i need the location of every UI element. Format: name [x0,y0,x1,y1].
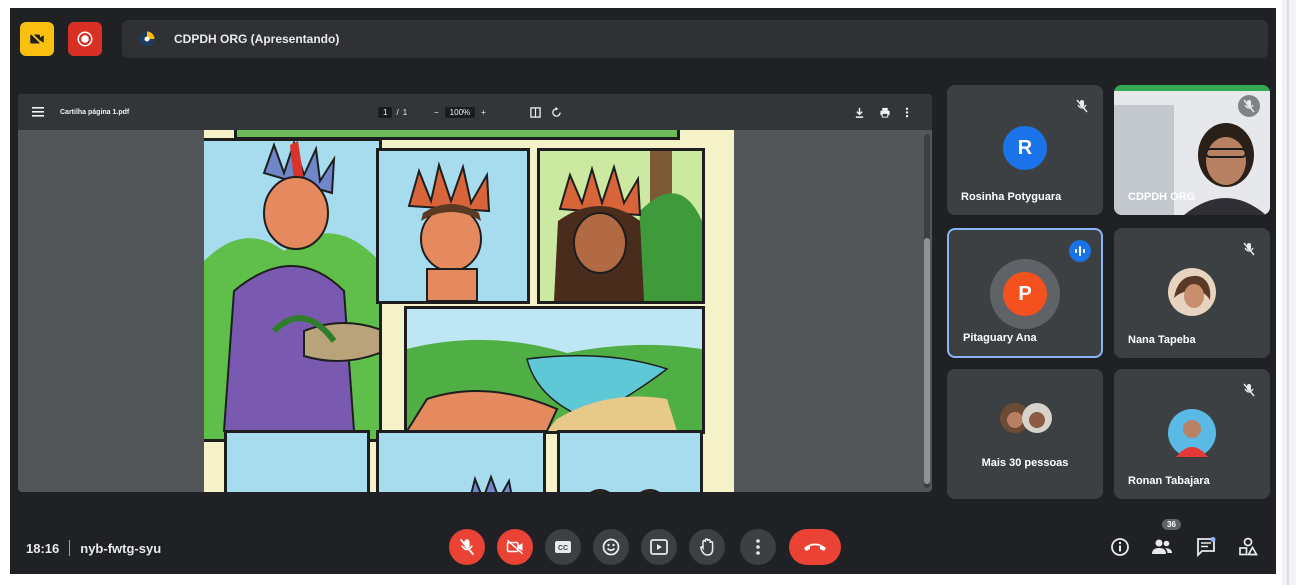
pdf-scrollbar-thumb[interactable] [924,238,930,484]
presenting-logo-icon [136,28,158,50]
microphone-button[interactable] [449,529,485,565]
participant-name: Nana Tapeba [1128,334,1196,346]
more-options-icon [756,539,760,555]
zoom-out-icon[interactable]: − [434,108,439,117]
more-participants-label: Mais 30 pessoas [981,457,1069,469]
mic-off-icon [1238,238,1260,260]
girl-illustration [554,151,702,301]
participant-tile-3[interactable]: P Pitaguary Ana [947,228,1103,358]
page-total: 1 [402,107,408,117]
zoom-level[interactable]: 100% [444,106,476,118]
people-button[interactable] [1148,533,1176,561]
rotate-icon[interactable] [551,106,562,118]
hang-up-icon [804,543,826,551]
participant-name: CDPDH ORG [1128,191,1196,203]
avatar-photo [1168,268,1216,316]
comic-panel-bottom-1 [224,430,370,492]
view-controls [530,94,562,130]
avatar-stack [1000,403,1052,433]
leave-call-button[interactable] [789,529,841,565]
present-icon [650,539,668,555]
page-scrollbar-track [1287,0,1289,585]
chat-icon [1197,537,1216,557]
record-icon [77,31,93,47]
print-icon[interactable] [879,107,891,118]
svg-text:CC: CC [558,545,568,552]
fit-page-icon[interactable] [530,106,541,118]
pdf-toolbar: Cartilha página 1.pdf 1 / 1 − 100% + [18,94,932,130]
more-options-button[interactable] [740,529,776,565]
presentation-bar: CDPDH ORG (Apresentando) [122,20,1268,58]
people-count-badge: 36 [1162,519,1181,530]
mic-off-icon [1071,95,1093,117]
people-icon [1152,539,1172,554]
captions-icon: CC [555,541,571,553]
camera-off-icon [29,31,45,47]
comic-panel-bottom-3 [557,430,703,492]
mic-off-icon [1238,95,1260,117]
page-separator: / [396,107,399,117]
participant-tile-2[interactable]: CDPDH ORG [1114,85,1270,215]
meeting-details-button[interactable] [1106,533,1134,561]
comic-panel-elder [204,138,382,442]
info-icon [1111,538,1129,556]
elder-illustration [204,141,379,439]
activities-button[interactable] [1234,533,1262,561]
avatar: P [1003,272,1047,316]
boy-illustration [407,161,491,301]
camera-off-indicator[interactable] [20,22,54,56]
recording-indicator[interactable] [68,22,102,56]
comic-panel-river [404,306,705,434]
present-button[interactable] [641,529,677,565]
participant-name: Ronan Tabajara [1128,475,1210,487]
more-participants-tile[interactable]: Mais 30 pessoas [947,369,1103,499]
mic-off-icon [1238,379,1260,401]
comic-panel-girl [537,148,705,304]
participant-tile-6[interactable]: Ronan Tabajara [1114,369,1270,499]
participant-tile-1[interactable]: R Rosinha Potyguara [947,85,1103,215]
zoom-in-icon[interactable]: + [481,108,486,117]
menu-icon[interactable] [32,94,44,130]
camera-off-icon [506,539,524,555]
meeting-time: 18:16 [26,540,60,556]
page-scrollbar[interactable] [1282,0,1296,585]
participant-tile-4[interactable]: Nana Tapeba [1114,228,1270,358]
raise-hand-icon [700,538,714,556]
divider [69,540,71,556]
avatar: R [1003,126,1047,170]
mic-off-icon [459,538,475,556]
emoji-icon [602,538,620,556]
pdf-actions [854,94,909,130]
presenter-title: CDPDH ORG (Apresentando) [174,32,340,46]
page-current[interactable]: 1 [378,106,393,118]
download-icon[interactable] [854,107,865,118]
pdf-scrollbar[interactable] [924,134,930,488]
participant-name: Rosinha Potyguara [961,191,1062,203]
page-indicator[interactable]: 1 / 1 [378,94,407,130]
chat-button[interactable] [1192,533,1220,561]
camera-button[interactable] [497,529,533,565]
meeting-code[interactable]: nyb-fwtg-syu [80,541,161,556]
comic-panel-boy [376,148,530,304]
speaking-indicator-icon [1069,240,1091,262]
raise-hand-button[interactable] [689,529,725,565]
avatar-photo [1168,409,1216,457]
participant-name: Pitaguary Ana [963,332,1037,344]
meet-window: CDPDH ORG (Apresentando) Cartilha página… [10,8,1276,574]
river-illustration [407,309,702,431]
activities-icon [1239,537,1258,556]
meeting-info: 18:16 nyb-fwtg-syu [26,540,161,556]
captions-button[interactable]: CC [545,529,581,565]
shared-screen: Cartilha página 1.pdf 1 / 1 − 100% + [18,94,932,492]
pdf-file-name: Cartilha página 1.pdf [60,108,130,116]
zoom-controls: − 100% + [434,94,486,130]
pdf-more-icon[interactable] [905,107,909,118]
comic-panel-bottom-2 [376,430,546,492]
comic-page [204,130,734,492]
reactions-button[interactable] [593,529,629,565]
